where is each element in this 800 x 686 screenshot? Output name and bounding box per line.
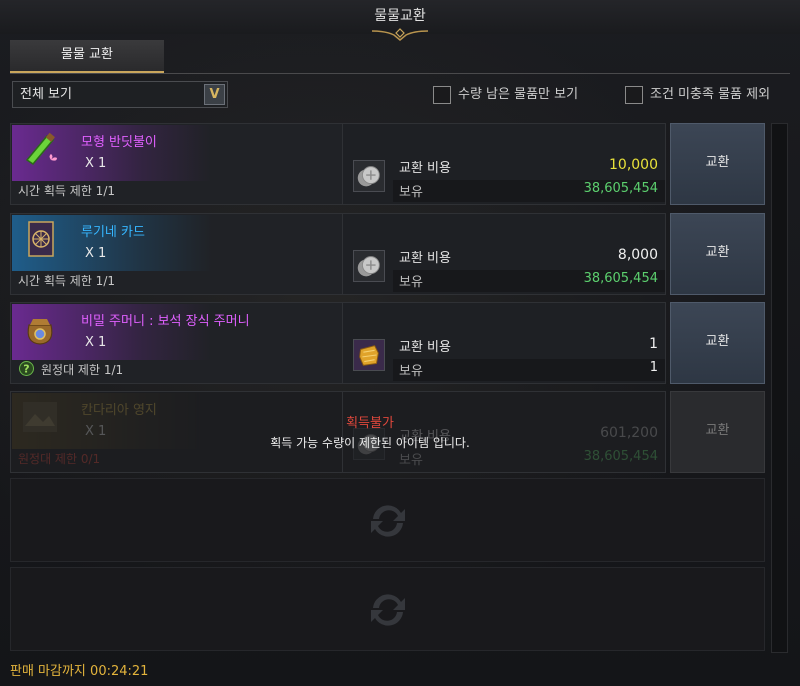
title-ornament-icon [372,28,428,41]
tab-divider [10,73,790,74]
cost-value: 1 [649,336,658,352]
exchange-button[interactable]: 교환 [670,123,765,205]
cost-panel: 교환 비용 1 보유 1 [343,302,666,384]
owned-value: 38,605,454 [583,449,658,464]
window-title: 물물교환 [374,8,426,24]
item-quantity: X 1 [85,335,107,350]
item-limit: 원정대 제한 1/1 [41,363,124,377]
gold-fragment-icon [353,339,385,371]
svg-text:?: ? [23,363,29,376]
item-limit: 시간 획득 제한 1/1 [18,184,115,198]
owned-label: 보유 [399,185,423,200]
silver-coin-icon [353,250,385,282]
filter-selected: 전체 보기 [20,87,72,102]
notice-message: 획득 가능 수량이 제한된 아이템 입니다. [270,436,470,450]
tab-barter-label: 물물 교환 [61,47,113,62]
item-limit: 시간 획득 제한 1/1 [18,274,115,288]
item-panel: 모형 반딧불이 X 1 시간 획득 제한 1/1 [10,123,343,205]
firefly-bottle-icon [25,132,57,165]
cost-label: 교환 비용 [399,161,451,176]
cost-value: 10,000 [609,157,658,173]
owned-label: 보유 [399,275,423,290]
deadline-label: 판매 마감까지 [10,664,86,679]
owned-label: 보유 [399,453,423,468]
owned-strip [393,359,665,381]
only-remaining-label: 수량 남은 물품만 보기 [458,87,579,102]
exchange-row: 비밀 주머니 : 보석 장식 주머니 X 1 ? 원정대 제한 1/1 교환 비… [10,302,765,384]
cost-panel: 교환 비용 8,000 보유 38,605,454 [343,213,666,295]
cost-panel: 교환 비용 10,000 보유 38,605,454 [343,123,666,205]
owned-value: 1 [649,360,658,375]
exchange-button[interactable]: 교환 [670,213,765,295]
deadline-time: 00:24:21 [90,664,149,679]
question-icon[interactable]: ? [19,361,34,376]
chevron-down-icon[interactable]: V [204,84,225,105]
exchange-arrows-icon [371,594,405,626]
item-panel: 루기네 카드 X 1 시간 획득 제한 1/1 [10,213,343,295]
tab-barter[interactable]: 물물 교환 [10,40,164,73]
barter-window: 물물교환 물물 교환 전체 보기 V 수량 남은 물품만 보기 조건 미충족 물… [0,0,800,686]
empty-slot [10,567,765,651]
item-name: 비밀 주머니 : 보석 장식 주머니 [81,314,250,329]
territory-icon [23,402,57,432]
checkbox-box[interactable] [625,86,643,104]
unavailable-notice: 획득불가 획득 가능 수량이 제한된 아이템 입니다. [140,412,600,451]
exchange-button[interactable]: 교환 [670,302,765,384]
only-remaining-checkbox[interactable]: 수량 남은 물품만 보기 [433,85,603,105]
empty-slot [10,478,765,562]
cost-label: 교환 비용 [399,340,451,355]
exchange-arrows-icon [371,505,405,537]
item-quantity: X 1 [85,246,107,261]
cost-label: 교환 비용 [399,251,451,266]
item-name: 루기네 카드 [81,225,145,240]
owned-value: 38,605,454 [583,271,658,286]
filter-dropdown[interactable]: 전체 보기 V [12,81,228,108]
cost-value: 8,000 [617,247,658,263]
cost-value: 601,200 [600,425,658,441]
exclude-unmet-label: 조건 미충족 물품 제외 [650,87,771,102]
exclude-unmet-checkbox[interactable]: 조건 미충족 물품 제외 [625,85,790,105]
owned-value: 38,605,454 [583,181,658,196]
item-quantity: X 1 [85,424,107,439]
checkbox-box[interactable] [433,86,451,104]
owned-label: 보유 [399,364,423,379]
sale-deadline: 판매 마감까지 00:24:21 [10,660,148,679]
scrollbar[interactable] [771,123,788,653]
notice-title: 획득불가 [346,416,394,431]
item-limit: 원정대 제한 0/1 [18,452,101,466]
exchange-button-disabled: 교환 [670,391,765,473]
card-icon [28,221,54,257]
exchange-row: 루기네 카드 X 1 시간 획득 제한 1/1 교환 비용 8,000 보유 3… [10,213,765,295]
gem-pouch-icon [27,319,53,345]
item-quantity: X 1 [85,156,107,171]
item-name: 모형 반딧불이 [81,135,157,150]
item-panel: 비밀 주머니 : 보석 장식 주머니 X 1 ? 원정대 제한 1/1 [10,302,343,384]
silver-coin-icon [353,160,385,192]
exchange-row: 모형 반딧불이 X 1 시간 획득 제한 1/1 교환 비용 10,000 보유… [10,123,765,205]
